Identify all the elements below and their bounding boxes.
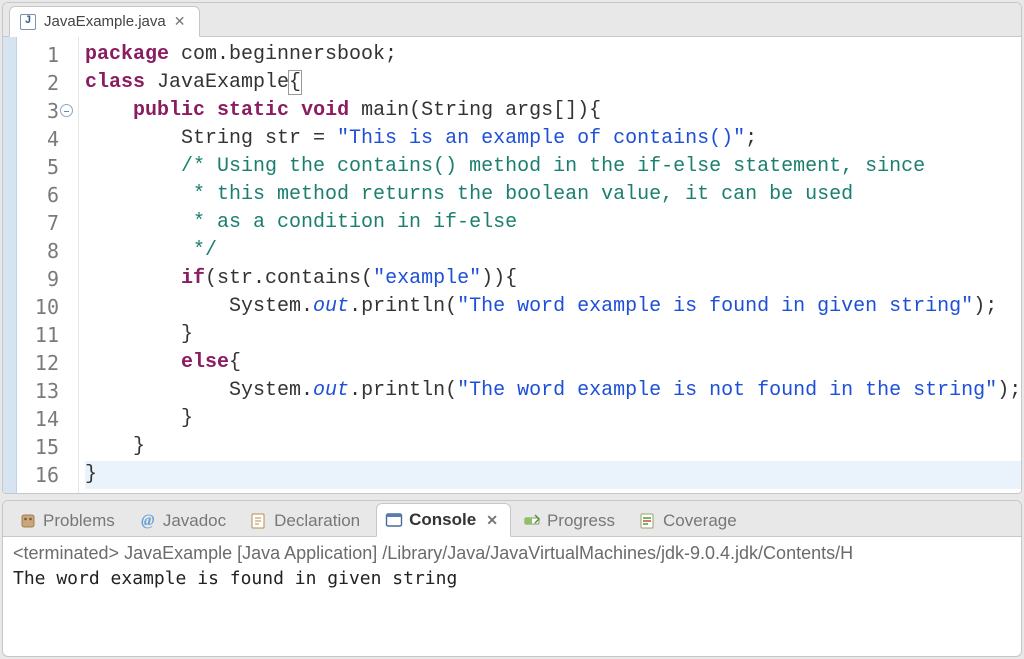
views-panel: Problems @ Javadoc Declaration Console ✕ Progr… [2, 500, 1022, 657]
close-icon[interactable]: ✕ [174, 13, 186, 30]
editor-tab-bar: J JavaExample.java ✕ [3, 3, 1021, 37]
javadoc-icon: @ [139, 512, 157, 530]
console-status-line: <terminated> JavaExample [Java Applicati… [13, 543, 1011, 564]
code-line[interactable]: } [85, 433, 1021, 461]
tab-declaration[interactable]: Declaration [242, 505, 372, 537]
editor-panel: J JavaExample.java ✕ 1234567891011121314… [2, 2, 1022, 494]
editor-tab[interactable]: J JavaExample.java ✕ [9, 6, 200, 37]
code-line[interactable]: class JavaExample{ [85, 69, 1021, 97]
views-tab-bar: Problems @ Javadoc Declaration Console ✕ Progr… [3, 501, 1021, 537]
editor-tab-filename: JavaExample.java [44, 13, 166, 30]
tab-label: Problems [43, 511, 115, 531]
code-line[interactable]: public static void main(String args[]){ [85, 97, 1021, 125]
code-line[interactable]: * this method returns the boolean value,… [85, 181, 1021, 209]
code-line[interactable]: String str = "This is an example of cont… [85, 125, 1021, 153]
progress-icon [523, 512, 541, 530]
java-file-icon: J [20, 14, 36, 30]
console-view: <terminated> JavaExample [Java Applicati… [3, 537, 1021, 656]
code-line[interactable]: System.out.println("The word example is … [85, 377, 1021, 405]
code-line[interactable]: else{ [85, 349, 1021, 377]
tab-coverage[interactable]: Coverage [631, 505, 749, 537]
console-icon [385, 511, 403, 529]
line-number-gutter: 12345678910111213141516 [17, 37, 61, 493]
tab-console[interactable]: Console ✕ [376, 503, 511, 537]
tab-progress[interactable]: Progress [515, 505, 627, 537]
overview-ruler [3, 37, 17, 493]
code-line[interactable]: } [85, 405, 1021, 433]
tab-problems[interactable]: Problems [11, 505, 127, 537]
code-line[interactable]: } [85, 461, 1021, 489]
tab-label: Declaration [274, 511, 360, 531]
code-line[interactable]: if(str.contains("example")){ [85, 265, 1021, 293]
tab-label: Progress [547, 511, 615, 531]
code-content[interactable]: package com.beginnersbook;class JavaExam… [79, 37, 1021, 493]
close-icon[interactable]: ✕ [486, 512, 498, 529]
console-output: The word example is found in given strin… [13, 568, 1011, 589]
fold-toggle-icon[interactable] [60, 104, 73, 117]
problems-icon [19, 512, 37, 530]
code-line[interactable]: package com.beginnersbook; [85, 41, 1021, 69]
tab-label: Coverage [663, 511, 737, 531]
declaration-icon [250, 512, 268, 530]
code-line[interactable]: */ [85, 237, 1021, 265]
tab-label: Console [409, 510, 476, 530]
code-line[interactable]: /* Using the contains() method in the if… [85, 153, 1021, 181]
code-line[interactable]: } [85, 321, 1021, 349]
code-editor[interactable]: 12345678910111213141516 package com.begi… [3, 37, 1021, 493]
coverage-icon [639, 512, 657, 530]
code-line[interactable]: * as a condition in if-else [85, 209, 1021, 237]
tab-javadoc[interactable]: @ Javadoc [131, 505, 238, 537]
code-line[interactable]: System.out.println("The word example is … [85, 293, 1021, 321]
tab-label: Javadoc [163, 511, 226, 531]
